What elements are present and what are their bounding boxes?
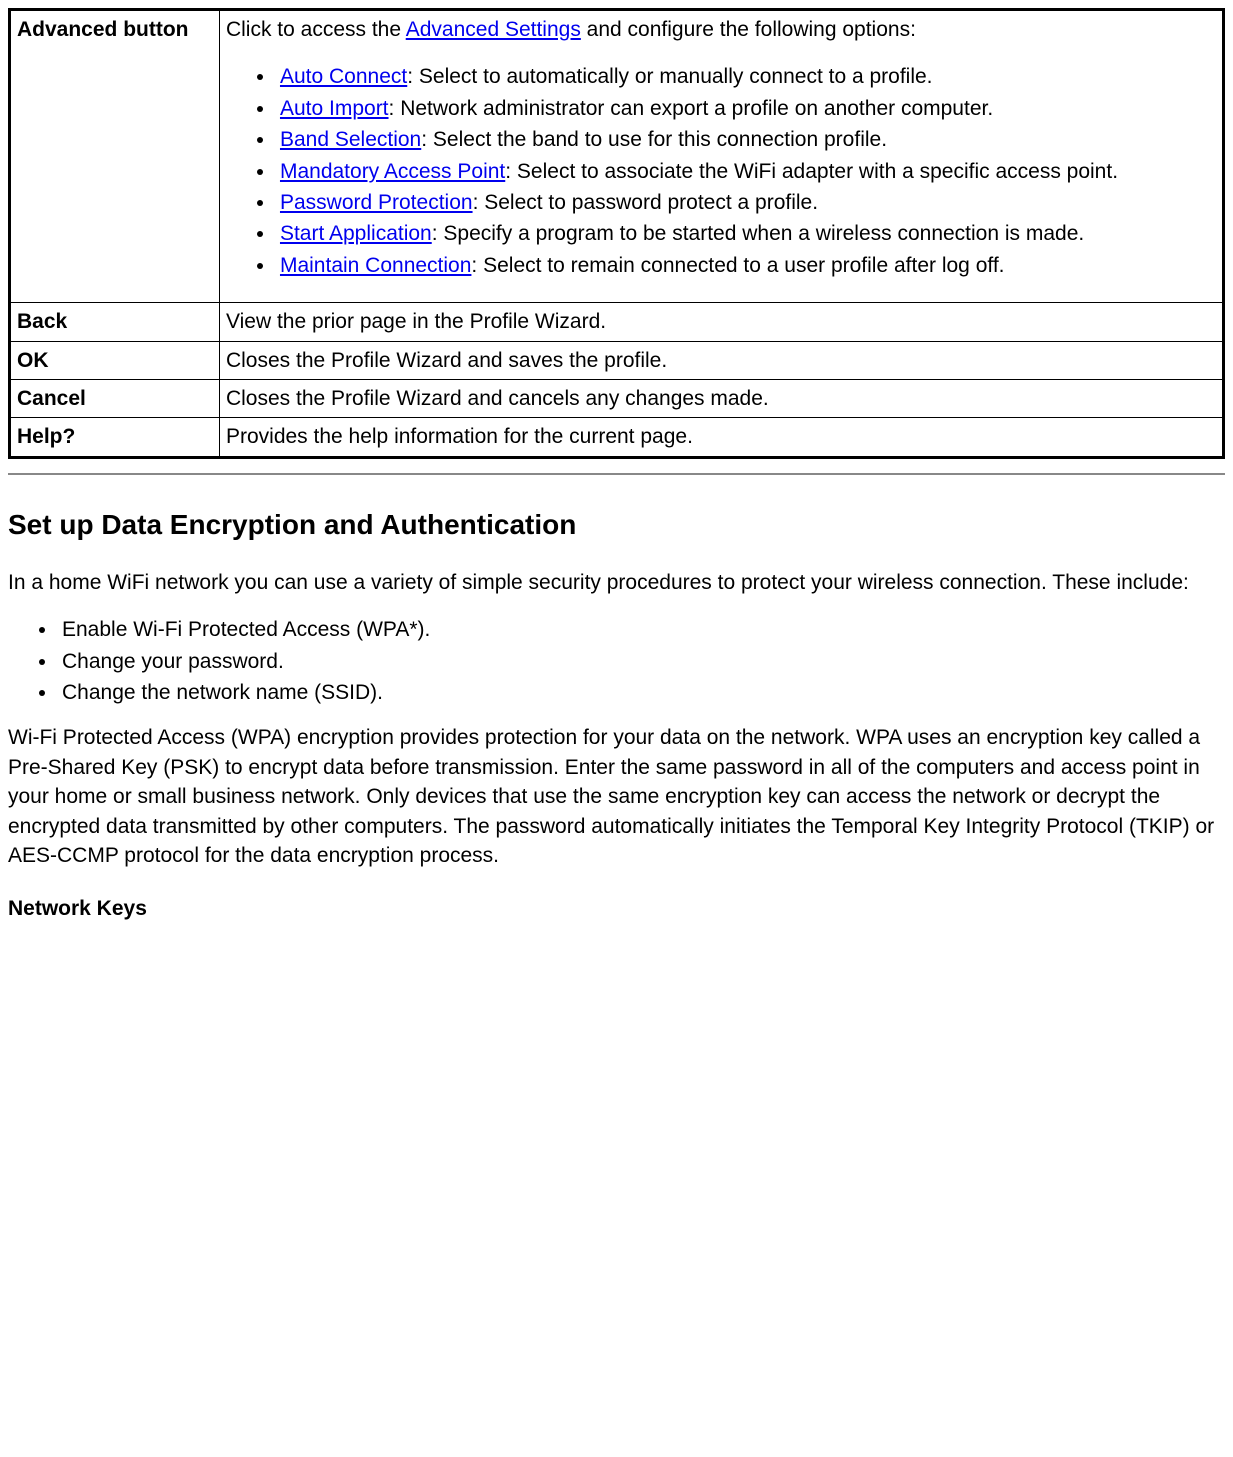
row-label-back: Back [10, 303, 220, 341]
table-row: Cancel Closes the Profile Wizard and can… [10, 379, 1224, 417]
advanced-intro-prefix: Click to access the [226, 18, 406, 41]
list-item: Start Application: Specify a program to … [276, 219, 1216, 248]
list-item: Band Selection: Select the band to use f… [276, 125, 1216, 154]
list-item: Change your password. [58, 647, 1225, 676]
list-item: Change the network name (SSID). [58, 678, 1225, 707]
advanced-options-list: Auto Connect: Select to automatically or… [226, 62, 1216, 280]
row-desc-advanced-button: Click to access the Advanced Settings an… [219, 10, 1223, 303]
link-auto-connect[interactable]: Auto Connect [280, 65, 407, 88]
option-desc: : Network administrator can export a pro… [389, 97, 994, 120]
option-desc: : Select to automatically or manually co… [407, 65, 932, 88]
list-item: Auto Import: Network administrator can e… [276, 94, 1216, 123]
table-row: Back View the prior page in the Profile … [10, 303, 1224, 341]
link-band-selection[interactable]: Band Selection [280, 128, 421, 151]
advanced-options-table: Advanced button Click to access the Adva… [8, 8, 1225, 459]
row-label-advanced-button: Advanced button [10, 10, 220, 303]
link-advanced-settings[interactable]: Advanced Settings [406, 18, 581, 41]
link-maintain-connection[interactable]: Maintain Connection [280, 254, 471, 277]
link-password-protection[interactable]: Password Protection [280, 191, 473, 214]
section-heading-encryption: Set up Data Encryption and Authenticatio… [8, 505, 1225, 544]
row-label-ok: OK [10, 341, 220, 379]
option-desc: : Select the band to use for this connec… [421, 128, 887, 151]
option-desc: : Select to remain connected to a user p… [471, 254, 1004, 277]
list-item: Auto Connect: Select to automatically or… [276, 62, 1216, 91]
list-item: Enable Wi-Fi Protected Access (WPA*). [58, 615, 1225, 644]
row-desc-back: View the prior page in the Profile Wizar… [219, 303, 1223, 341]
option-desc: : Select to password protect a profile. [473, 191, 819, 214]
table-row: Help? Provides the help information for … [10, 418, 1224, 457]
table-row: OK Closes the Profile Wizard and saves t… [10, 341, 1224, 379]
link-mandatory-access-point[interactable]: Mandatory Access Point [280, 160, 505, 183]
link-auto-import[interactable]: Auto Import [280, 97, 389, 120]
option-desc: : Specify a program to be started when a… [432, 222, 1085, 245]
row-label-help: Help? [10, 418, 220, 457]
divider [8, 473, 1225, 475]
table-row: Advanced button Click to access the Adva… [10, 10, 1224, 303]
list-item: Password Protection: Select to password … [276, 188, 1216, 217]
list-item: Maintain Connection: Select to remain co… [276, 251, 1216, 280]
row-label-cancel: Cancel [10, 379, 220, 417]
link-start-application[interactable]: Start Application [280, 222, 432, 245]
subheading-network-keys: Network Keys [8, 894, 1225, 923]
row-desc-cancel: Closes the Profile Wizard and cancels an… [219, 379, 1223, 417]
option-desc: : Select to associate the WiFi adapter w… [505, 160, 1118, 183]
paragraph-intro: In a home WiFi network you can use a var… [8, 568, 1225, 597]
row-desc-ok: Closes the Profile Wizard and saves the … [219, 341, 1223, 379]
security-procedures-list: Enable Wi-Fi Protected Access (WPA*). Ch… [8, 615, 1225, 707]
paragraph-wpa: Wi-Fi Protected Access (WPA) encryption … [8, 723, 1225, 870]
row-desc-help: Provides the help information for the cu… [219, 418, 1223, 457]
list-item: Mandatory Access Point: Select to associ… [276, 157, 1216, 186]
advanced-intro-suffix: and configure the following options: [581, 18, 916, 41]
